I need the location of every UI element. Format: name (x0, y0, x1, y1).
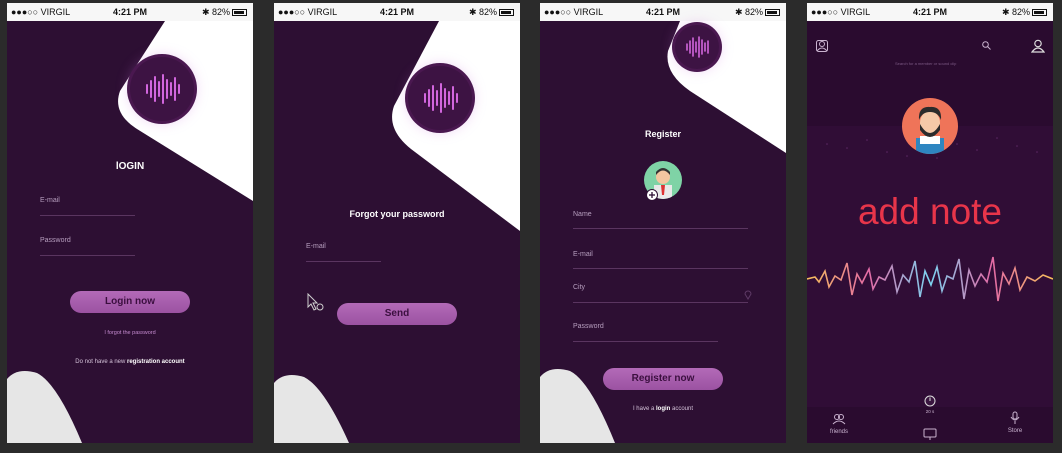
email-label: E-mail (40, 197, 60, 204)
bearded-man-icon (916, 106, 944, 154)
app-logo (408, 66, 472, 130)
battery-status: ✱ 82% (1002, 7, 1047, 18)
forgot-password-link[interactable]: I forgot the password (7, 330, 253, 336)
battery-status: ✱ 82% (469, 7, 514, 18)
send-button[interactable]: Send (337, 303, 457, 325)
store-tab-label[interactable]: Store (1000, 428, 1030, 434)
battery-percent: 82% (744, 7, 763, 17)
email-field[interactable] (40, 215, 135, 216)
battery-status: ✱ 82% (202, 7, 247, 18)
timer-label: 20 s (925, 409, 935, 414)
audio-waveform (807, 256, 1053, 302)
record-screen: ●●●○○ VIRGIL 4:21 PM ✱ 82% Search for a … (807, 3, 1053, 443)
friends-tab-label[interactable]: friends (824, 429, 854, 435)
group-icon[interactable] (816, 40, 828, 52)
status-bar: ●●●○○ VIRGIL 4:21 PM ✱ 82% (807, 3, 1053, 21)
app-logo (130, 57, 194, 121)
app-logo (675, 25, 719, 69)
soundwave-icon (146, 74, 180, 104)
name-label: Name (573, 211, 592, 218)
email-label: E-mail (573, 251, 593, 258)
email-field[interactable] (573, 268, 748, 269)
register-button[interactable]: Register now (603, 368, 723, 390)
login-prompt: I have a login account (540, 406, 786, 412)
friends-icon[interactable] (832, 413, 846, 425)
search-input[interactable]: Search for a member or sound clip (895, 61, 956, 66)
login-suffix: account (670, 406, 694, 412)
user-avatar[interactable] (902, 98, 958, 154)
profile-icon[interactable] (1031, 39, 1045, 53)
battery-percent: 82% (211, 7, 230, 17)
password-label: Password (573, 323, 604, 330)
mouse-cursor-icon (307, 293, 324, 311)
status-bar: ●●●○○ VIRGIL 4:21 PM ✱ 82% (7, 3, 253, 21)
chat-icon[interactable] (923, 428, 937, 440)
soundwave-icon (424, 83, 458, 113)
register-screen: ●●●○○ VIRGIL 4:21 PM ✱ 82% Register Name… (540, 3, 786, 443)
signup-prefix: Do not have a new (75, 359, 127, 365)
forgot-title: Forgot your password (349, 209, 445, 219)
registration-link[interactable]: registration account (127, 359, 185, 365)
battery-percent: 82% (478, 7, 497, 17)
forgot-password-screen: ●●●○○ VIRGIL 4:21 PM ✱ 82% Forgot your p… (274, 3, 520, 443)
login-screen: ●●●○○ VIRGIL 4:21 PM ✱ 82% lOGIN E-mail … (7, 3, 253, 443)
register-title: Register (644, 129, 681, 139)
status-bar: ●●●○○ VIRGIL 4:21 PM ✱ 82% (274, 3, 520, 21)
microphone-icon[interactable] (1009, 411, 1021, 425)
login-button[interactable]: Login now (70, 291, 190, 313)
search-icon[interactable] (982, 41, 991, 50)
city-field[interactable] (573, 302, 748, 303)
status-bar: ●●●○○ VIRGIL 4:21 PM ✱ 82% (540, 3, 786, 21)
name-field[interactable] (573, 228, 748, 229)
login-title: lOGIN (115, 161, 145, 172)
password-label: Password (40, 237, 71, 244)
soundwave-icon (686, 36, 709, 58)
email-label: E-mail (306, 243, 326, 250)
battery-icon (765, 9, 780, 16)
white-corner-shape (274, 21, 520, 443)
signup-prompt: Do not have a new registration account (7, 359, 253, 365)
add-note-label: add note (857, 191, 1003, 232)
city-label: City (573, 284, 586, 291)
email-field[interactable] (306, 261, 381, 262)
battery-status: ✱ 82% (735, 7, 780, 18)
battery-icon (499, 9, 514, 16)
battery-icon (1032, 9, 1047, 16)
add-photo-icon[interactable] (646, 189, 658, 201)
location-pin-icon[interactable] (744, 289, 752, 300)
battery-icon (232, 9, 247, 16)
login-link[interactable]: login (656, 406, 670, 412)
timer-icon[interactable] (924, 395, 936, 407)
password-field[interactable] (573, 341, 718, 342)
battery-percent: 82% (1011, 7, 1030, 17)
login-prefix: I have a (632, 406, 656, 412)
password-field[interactable] (40, 255, 135, 256)
